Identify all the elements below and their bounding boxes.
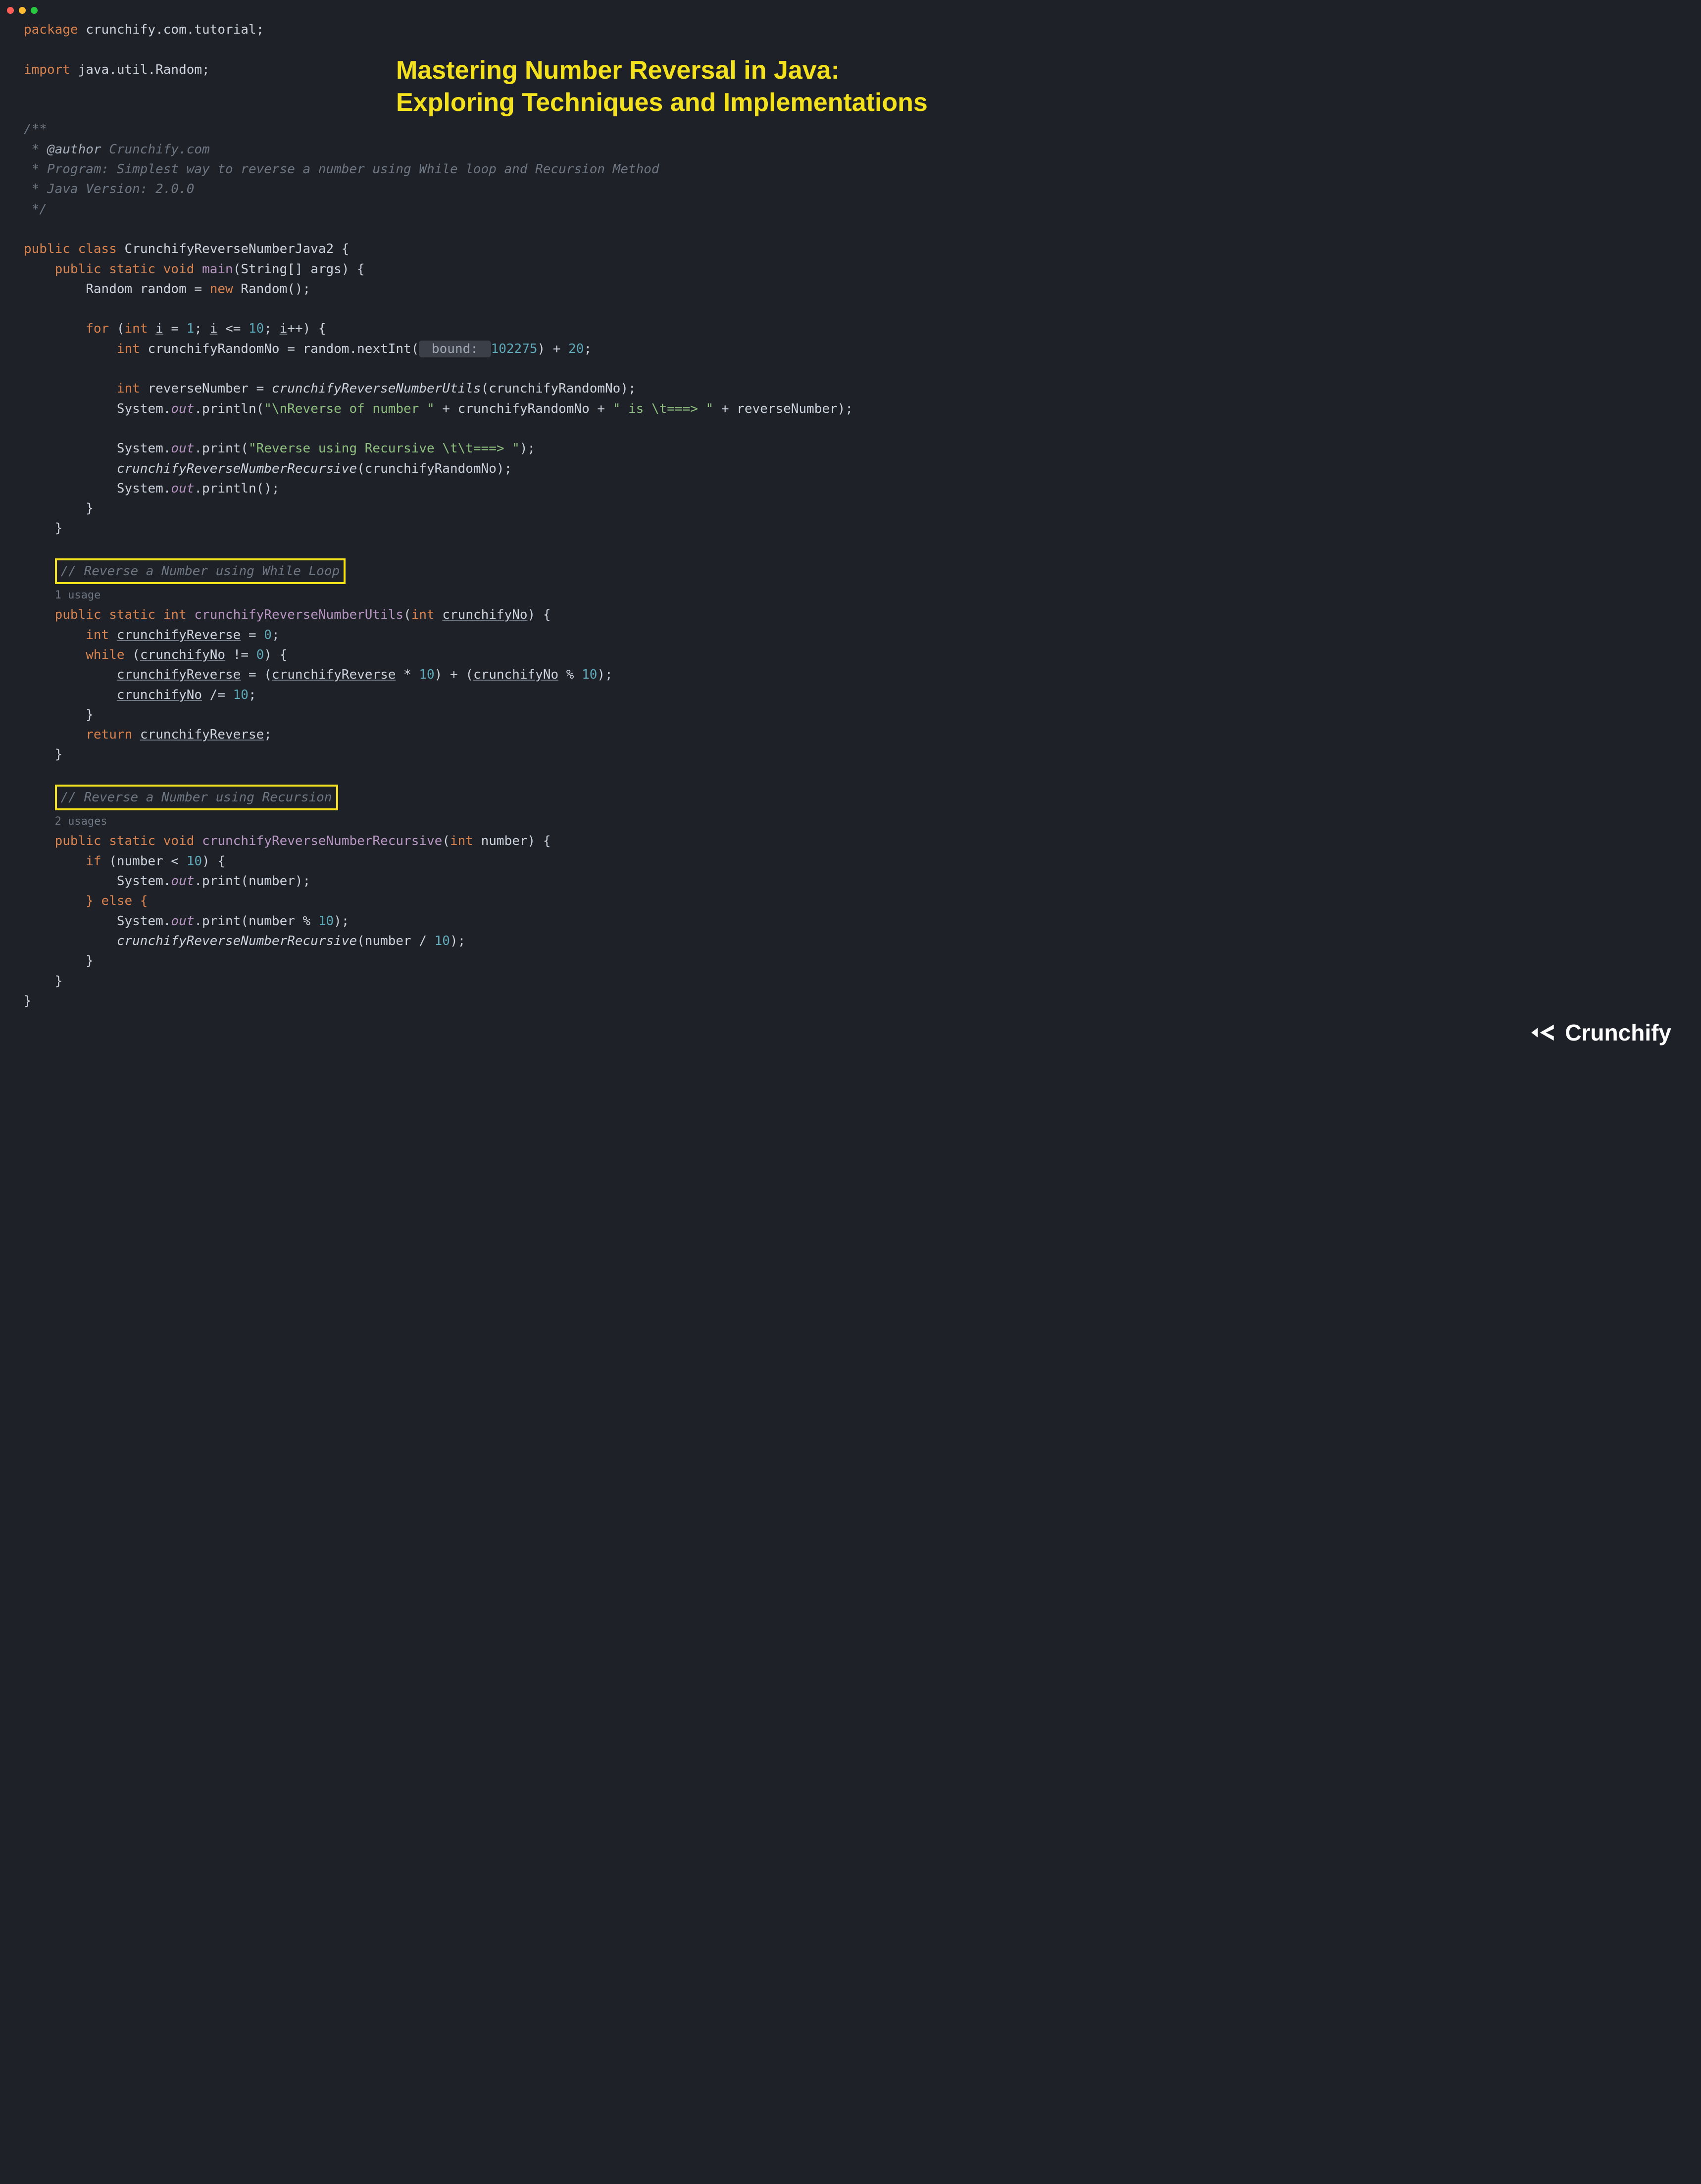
keyword-if: if — [86, 854, 101, 869]
keyword-while: while — [86, 647, 124, 662]
usage-hint[interactable]: 2 usages — [55, 813, 107, 830]
minimize-icon[interactable] — [19, 7, 26, 14]
javadoc-author-tag: @author — [47, 142, 101, 157]
keyword-package: package — [24, 22, 78, 37]
system-out: out — [171, 401, 194, 416]
window-traffic-lights — [7, 7, 38, 14]
javadoc-start: /** — [24, 122, 47, 137]
recursive-method: crunchifyReverseNumberRecursive — [202, 834, 442, 848]
utils-call: crunchifyReverseNumberUtils — [272, 381, 481, 396]
string-literal: "\nReverse of number " — [264, 401, 434, 416]
javadoc-author-val: Crunchify.com — [109, 142, 210, 157]
close-icon[interactable] — [7, 7, 14, 14]
highlight-recursion-comment: // Reverse a Number using Recursion — [55, 785, 338, 810]
javadoc-version: * Java Version: 2.0.0 — [24, 182, 194, 197]
random-decl: Random random = — [86, 282, 209, 297]
param-hint: bound: — [419, 341, 491, 357]
crunchify-icon — [1529, 1019, 1556, 1046]
brand-logo: Crunchify — [1529, 1015, 1671, 1050]
editor-window: Mastering Number Reversal in Java: Explo… — [0, 0, 1701, 1070]
keyword-return: return — [86, 727, 132, 742]
class-name: CrunchifyReverseNumberJava2 — [125, 242, 334, 256]
brand-text: Crunchify — [1565, 1015, 1671, 1050]
usage-hint[interactable]: 1 usage — [55, 587, 101, 604]
package-path: crunchify.com.tutorial; — [86, 22, 264, 37]
import-path: java.util.Random; — [78, 62, 210, 77]
main-method: main — [202, 262, 233, 277]
code-block[interactable]: package crunchify.com.tutorial; import j… — [24, 20, 1677, 1011]
highlight-while-comment: // Reverse a Number using While Loop — [55, 558, 346, 584]
javadoc-author: * @author Crunchify.com — [24, 142, 210, 157]
keyword-public: public — [24, 242, 70, 256]
keyword-class: class — [78, 242, 117, 256]
keyword-for: for — [86, 321, 109, 336]
javadoc-end: */ — [32, 202, 47, 217]
keyword-else: } else { — [86, 893, 148, 908]
overlay-title-line2: Exploring Techniques and Implementations — [396, 87, 928, 119]
zoom-icon[interactable] — [31, 7, 38, 14]
keyword-import: import — [24, 62, 70, 77]
overlay-title-line1: Mastering Number Reversal in Java: — [396, 54, 928, 87]
recursive-call: crunchifyReverseNumberRecursive — [117, 461, 357, 476]
javadoc-program: * Program: Simplest way to reverse a num… — [24, 162, 659, 177]
utils-method: crunchifyReverseNumberUtils — [194, 607, 403, 622]
overlay-title: Mastering Number Reversal in Java: Explo… — [396, 54, 928, 119]
